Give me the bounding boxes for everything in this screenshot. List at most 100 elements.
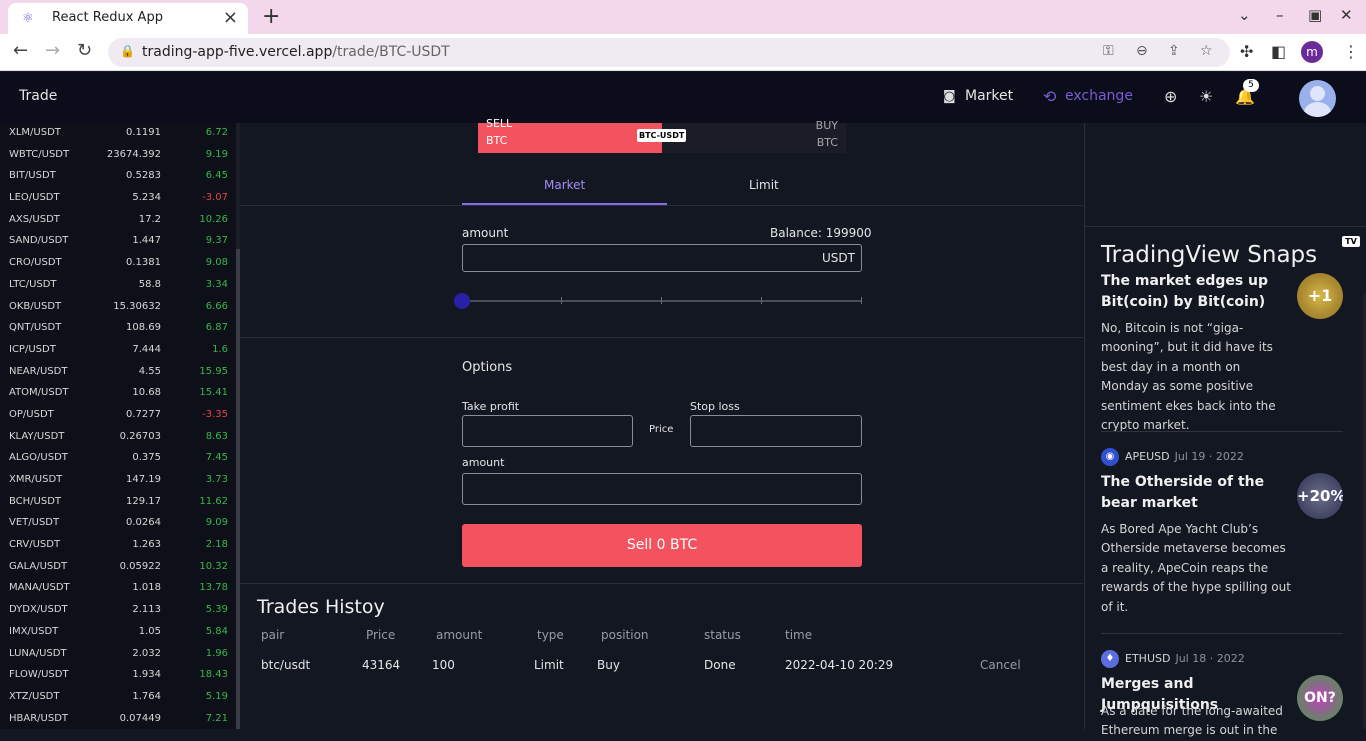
zoom-icon[interactable]: ⊖ (1136, 43, 1148, 59)
nav-market[interactable]: Market (965, 88, 1013, 104)
market-row[interactable]: AXS/USDT 17.2 10.26 (0, 210, 236, 232)
amount-input[interactable]: USDT (462, 244, 862, 272)
cell-time: 2022-04-10 20:29 (785, 658, 894, 672)
globe-icon[interactable]: ⊕ (1164, 87, 1177, 106)
take-profit-input[interactable] (462, 415, 633, 447)
market-pair: WBTC/USDT (9, 148, 70, 160)
market-change: 7.21 (205, 712, 228, 724)
market-price: 17.2 (138, 213, 161, 225)
market-row[interactable]: CRV/USDT 1.263 2.18 (0, 535, 236, 557)
news-thumbnail[interactable]: +20% (1297, 473, 1343, 519)
close-window-icon[interactable]: ✕ (1340, 6, 1353, 24)
market-row[interactable]: FLOW/USDT 1.934 18.43 (0, 665, 236, 687)
restore-icon[interactable]: ▣ (1308, 6, 1322, 24)
market-row[interactable]: MANA/USDT 1.018 13.78 (0, 578, 236, 600)
market-row[interactable]: BIT/USDT 0.5283 6.45 (0, 166, 236, 188)
new-tab-icon[interactable]: + (262, 4, 280, 29)
news-thumbnail[interactable]: +1 (1297, 273, 1343, 319)
market-row[interactable]: HBAR/USDT 0.07449 7.21 (0, 709, 236, 729)
close-tab-icon[interactable]: × (223, 7, 238, 28)
market-change: 2.18 (205, 539, 228, 551)
market-row[interactable]: GALA/USDT 0.05922 10.32 (0, 557, 236, 579)
brand-title[interactable]: Trade (19, 88, 57, 104)
reload-icon[interactable]: ↻ (77, 40, 92, 61)
market-row[interactable]: XLM/USDT 0.1191 6.72 (0, 123, 236, 145)
market-pair: LTC/USDT (9, 278, 57, 290)
amount-label: amount (462, 226, 509, 240)
extensions-icon[interactable]: ✣ (1240, 42, 1253, 61)
side-panel-icon[interactable]: ◧ (1271, 42, 1286, 61)
cancel-order-button[interactable]: Cancel (980, 658, 1021, 672)
market-pair: OKB/USDT (9, 300, 62, 312)
profile-avatar[interactable]: m (1301, 41, 1323, 63)
market-change: 8.63 (205, 430, 228, 442)
market-row[interactable]: LTC/USDT 58.8 3.34 (0, 275, 236, 297)
sell-button[interactable]: Sell 0 BTC (462, 524, 862, 567)
market-price: 10.68 (132, 387, 161, 399)
theme-sun-icon[interactable]: ☀ (1199, 87, 1213, 106)
menu-icon[interactable]: ⋮ (1343, 42, 1359, 61)
news-headline[interactable]: The Otherside of the bear market (1101, 472, 1291, 514)
tab-limit[interactable]: Limit (749, 178, 779, 192)
market-row[interactable]: CRO/USDT 0.1381 9.08 (0, 253, 236, 275)
news-thumbnail[interactable]: ON? (1297, 675, 1343, 721)
market-change: 6.45 (205, 170, 228, 182)
bookmark-star-icon[interactable]: ☆ (1200, 43, 1213, 59)
market-row[interactable]: DYDX/USDT 2.113 5.39 (0, 600, 236, 622)
address-bar[interactable]: 🔒 trading-app-five.vercel.app/trade/BTC-… (108, 38, 1230, 67)
key-icon[interactable]: ⚿ (1103, 43, 1114, 59)
amount2-input[interactable] (462, 473, 862, 505)
market-row[interactable]: XTZ/USDT 1.764 5.19 (0, 687, 236, 709)
market-row[interactable]: WBTC/USDT 23674.392 9.19 (0, 145, 236, 167)
market-row[interactable]: OKB/USDT 15.30632 6.66 (0, 297, 236, 319)
market-row[interactable]: XMR/USDT 147.19 3.73 (0, 470, 236, 492)
slider-knob[interactable] (454, 293, 470, 309)
market-row[interactable]: QNT/USDT 108.69 6.87 (0, 318, 236, 340)
market-row[interactable]: NEAR/USDT 4.55 15.95 (0, 362, 236, 384)
market-pair: ATOM/USDT (9, 387, 69, 399)
url-text: trading-app-five.vercel.app/trade/BTC-US… (142, 44, 450, 60)
market-row[interactable]: KLAY/USDT 0.26703 8.63 (0, 427, 236, 449)
market-pair: CRV/USDT (9, 539, 61, 551)
divider (1101, 633, 1343, 634)
news-source: ETHUSD (1125, 652, 1171, 665)
amount-slider[interactable] (462, 297, 862, 304)
market-row[interactable]: BCH/USDT 129.17 11.62 (0, 492, 236, 514)
market-price: 4.55 (138, 365, 161, 377)
back-icon[interactable]: ← (13, 40, 28, 61)
tradingview-logo[interactable]: TV (1342, 236, 1360, 247)
col-price: Price (366, 628, 396, 642)
market-pair: CRO/USDT (9, 257, 62, 269)
browser-tab[interactable]: ⚛ React Redux App × (8, 3, 248, 34)
sell-ratio-bar: SELL BTC (478, 117, 662, 153)
tab-market[interactable]: Market (544, 178, 585, 192)
market-row[interactable]: LEO/USDT 5.234 -3.07 (0, 188, 236, 210)
market-row[interactable]: OP/USDT 0.7277 -3.35 (0, 405, 236, 427)
market-pair: SAND/USDT (9, 235, 69, 247)
market-row[interactable]: ATOM/USDT 10.68 15.41 (0, 383, 236, 405)
market-row[interactable]: SAND/USDT 1.447 9.37 (0, 231, 236, 253)
minimize-icon[interactable]: – (1276, 6, 1284, 24)
market-row[interactable]: ALGO/USDT 0.375 7.45 (0, 448, 236, 470)
col-amount: amount (436, 628, 483, 642)
market-price: 1.764 (132, 690, 161, 702)
market-row[interactable]: IMX/USDT 1.05 5.84 (0, 622, 236, 644)
stop-loss-input[interactable] (690, 415, 862, 447)
market-row[interactable]: ICP/USDT 7.444 1.6 (0, 340, 236, 362)
buy-asset: BTC (816, 136, 838, 149)
market-row[interactable]: VET/USDT 0.0264 9.09 (0, 513, 236, 535)
market-pair: BCH/USDT (9, 495, 62, 507)
col-pair: pair (261, 628, 285, 642)
market-change: 3.73 (205, 474, 228, 485)
nav-exchange[interactable]: exchange (1065, 88, 1133, 104)
col-time: time (785, 628, 813, 642)
news-headline[interactable]: The market edges up Bit(coin) by Bit(coi… (1101, 271, 1291, 313)
market-row[interactable]: LUNA/USDT 2.032 1.96 (0, 644, 236, 666)
user-avatar[interactable] (1299, 80, 1336, 117)
market-price: 0.26703 (119, 430, 161, 442)
forward-icon[interactable]: → (45, 40, 60, 61)
cell-pair: btc/usdt (261, 658, 311, 672)
share-icon[interactable]: ⇪ (1168, 43, 1180, 59)
chevron-down-icon[interactable]: ⌄ (1238, 6, 1251, 24)
market-change: 13.78 (199, 582, 228, 594)
